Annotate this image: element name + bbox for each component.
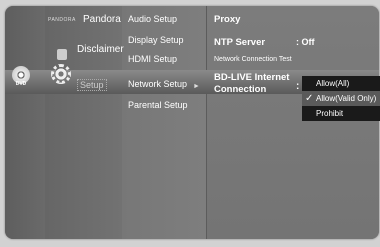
main-menu-item-setup[interactable]: Setup xyxy=(77,79,107,91)
setting-bdlive-line1[interactable]: BD-LIVE Internet xyxy=(214,72,289,83)
setting-bdlive-line2[interactable]: Connection xyxy=(214,84,266,95)
option-label: Allow(All) xyxy=(316,79,350,88)
setting-ntp-server[interactable]: NTP Server xyxy=(214,37,265,48)
disc-type-label: DVD xyxy=(15,81,27,87)
ntp-server-value: : Off xyxy=(296,37,315,47)
submenu-item-audio-setup[interactable]: Audio Setup xyxy=(128,14,177,24)
bdlive-colon: : xyxy=(296,81,300,92)
submenu-item-hdmi-setup[interactable]: HDMI Setup xyxy=(128,54,177,64)
chevron-right-icon: ► xyxy=(193,83,200,90)
main-menu-item-disclaimer[interactable]: Disclaimer xyxy=(77,44,124,55)
disclaimer-icon xyxy=(57,49,67,60)
submenu-item-display-setup[interactable]: Display Setup xyxy=(128,35,184,45)
submenu-item-parental-setup[interactable]: Parental Setup xyxy=(128,100,188,110)
option-prohibit[interactable]: Prohibit xyxy=(302,106,380,121)
checkmark-icon: ✓ xyxy=(305,93,314,104)
setting-network-connection-test[interactable]: Network Connection Test xyxy=(214,56,292,63)
option-allow-valid-only[interactable]: ✓ Allow(Valid Only) xyxy=(302,91,380,106)
option-label: Prohibit xyxy=(316,109,344,118)
bdlive-options-popup: Allow(All) ✓ Allow(Valid Only) Prohibit xyxy=(302,76,380,122)
settings-menu-frame xyxy=(5,6,379,239)
main-menu-item-pandora[interactable]: Pandora xyxy=(83,14,121,25)
setting-proxy[interactable]: Proxy xyxy=(214,14,240,25)
option-allow-all[interactable]: Allow(All) xyxy=(302,76,380,91)
option-label: Allow(Valid Only) xyxy=(316,94,377,103)
icon-column xyxy=(5,6,45,239)
submenu-item-network-setup[interactable]: Network Setup xyxy=(128,79,187,89)
gear-icon xyxy=(51,64,71,84)
main-menu-column xyxy=(45,6,123,239)
pandora-logo: PANDORA xyxy=(48,17,76,23)
